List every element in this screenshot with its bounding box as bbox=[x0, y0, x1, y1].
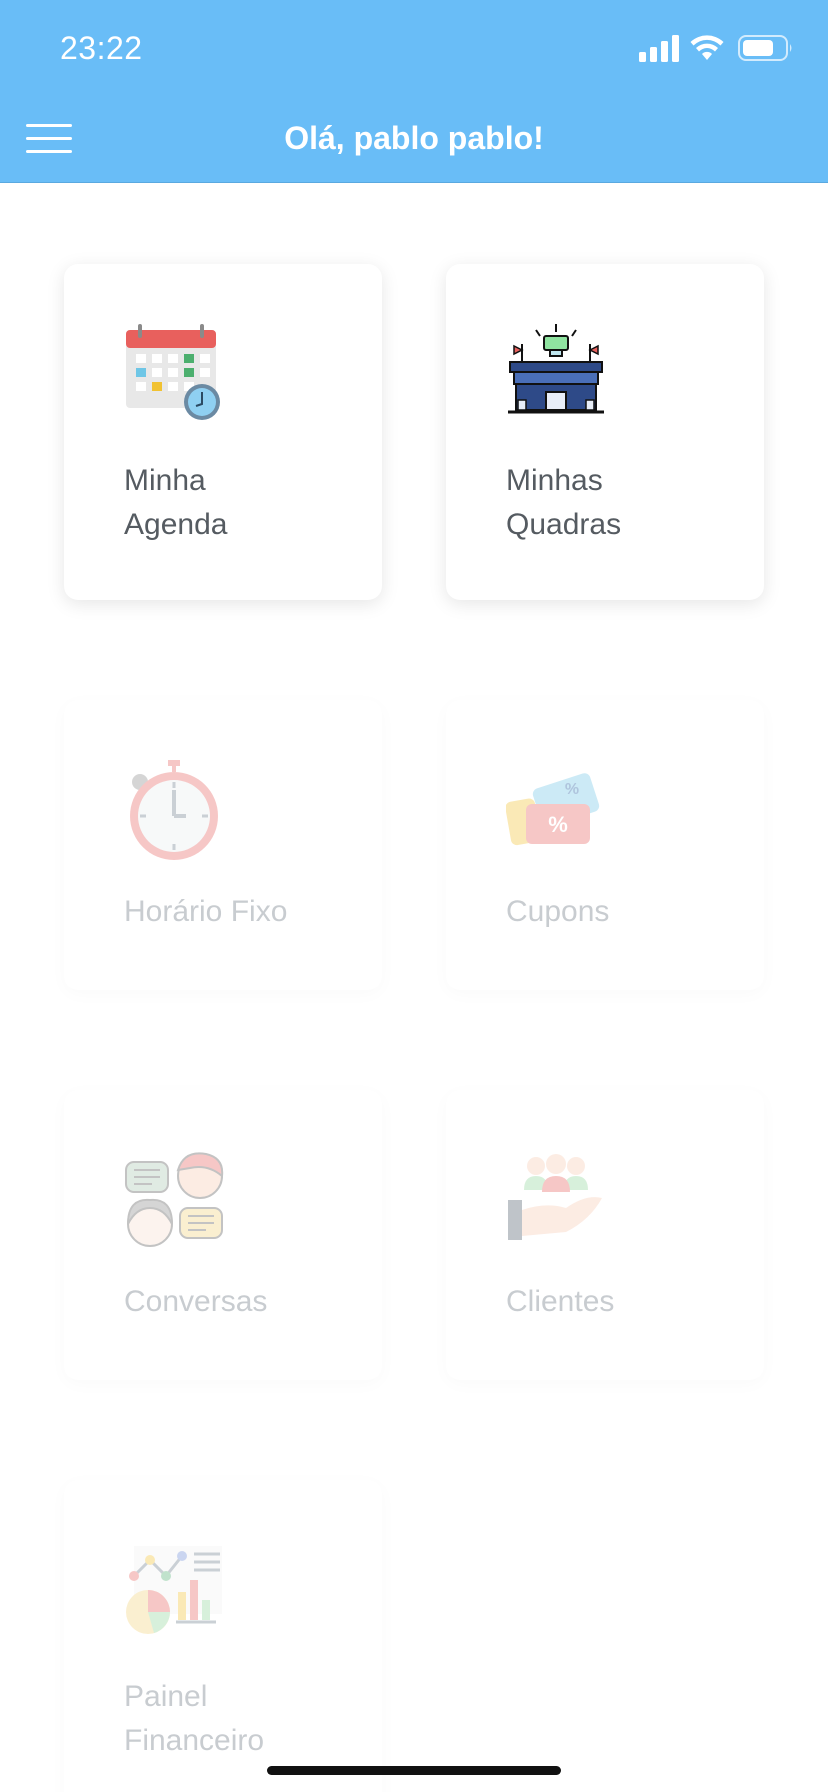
card-label: Cupons bbox=[506, 895, 610, 928]
chat-people-icon bbox=[125, 1152, 224, 1247]
finance-charts-icon bbox=[126, 1546, 222, 1634]
card-label: Conversas bbox=[124, 1285, 268, 1318]
signal-icon bbox=[639, 35, 679, 62]
card-label: Clientes bbox=[506, 1285, 615, 1318]
battery-icon bbox=[738, 35, 792, 61]
card-clientes[interactable]: Clientes bbox=[446, 1090, 764, 1380]
card-label: Horário Fixo bbox=[124, 895, 288, 928]
status-time: 23:22 bbox=[60, 30, 143, 66]
card-cupons[interactable]: % % Cupons bbox=[446, 700, 764, 990]
card-conversas[interactable]: Conversas bbox=[64, 1090, 382, 1380]
card-minha-agenda[interactable]: Minha Agenda bbox=[64, 264, 382, 600]
clients-hand-icon bbox=[508, 1154, 602, 1240]
card-label: Painel Financeiro bbox=[124, 1680, 265, 1757]
calendar-clock-icon bbox=[126, 324, 220, 420]
svg-text:%: % bbox=[548, 812, 568, 837]
page-title: Olá, pablo pablo! bbox=[284, 120, 544, 156]
card-horario-fixo[interactable]: Horário Fixo bbox=[64, 700, 382, 990]
stadium-icon bbox=[508, 324, 604, 414]
home-indicator[interactable] bbox=[267, 1766, 561, 1775]
card-label: Minha Agenda bbox=[124, 464, 228, 541]
app-header: 23:22 Olá, pablo pablo! bbox=[0, 0, 828, 183]
svg-text:%: % bbox=[565, 781, 579, 798]
stopwatch-icon bbox=[130, 760, 218, 860]
coupon-ticket-icon: % % bbox=[506, 773, 600, 846]
card-minhas-quadras[interactable]: Minhas Quadras bbox=[446, 264, 764, 600]
card-painel-financeiro[interactable]: Painel Financeiro bbox=[64, 1480, 382, 1792]
wifi-icon bbox=[690, 35, 724, 60]
card-label: Minhas Quadras bbox=[506, 464, 622, 541]
